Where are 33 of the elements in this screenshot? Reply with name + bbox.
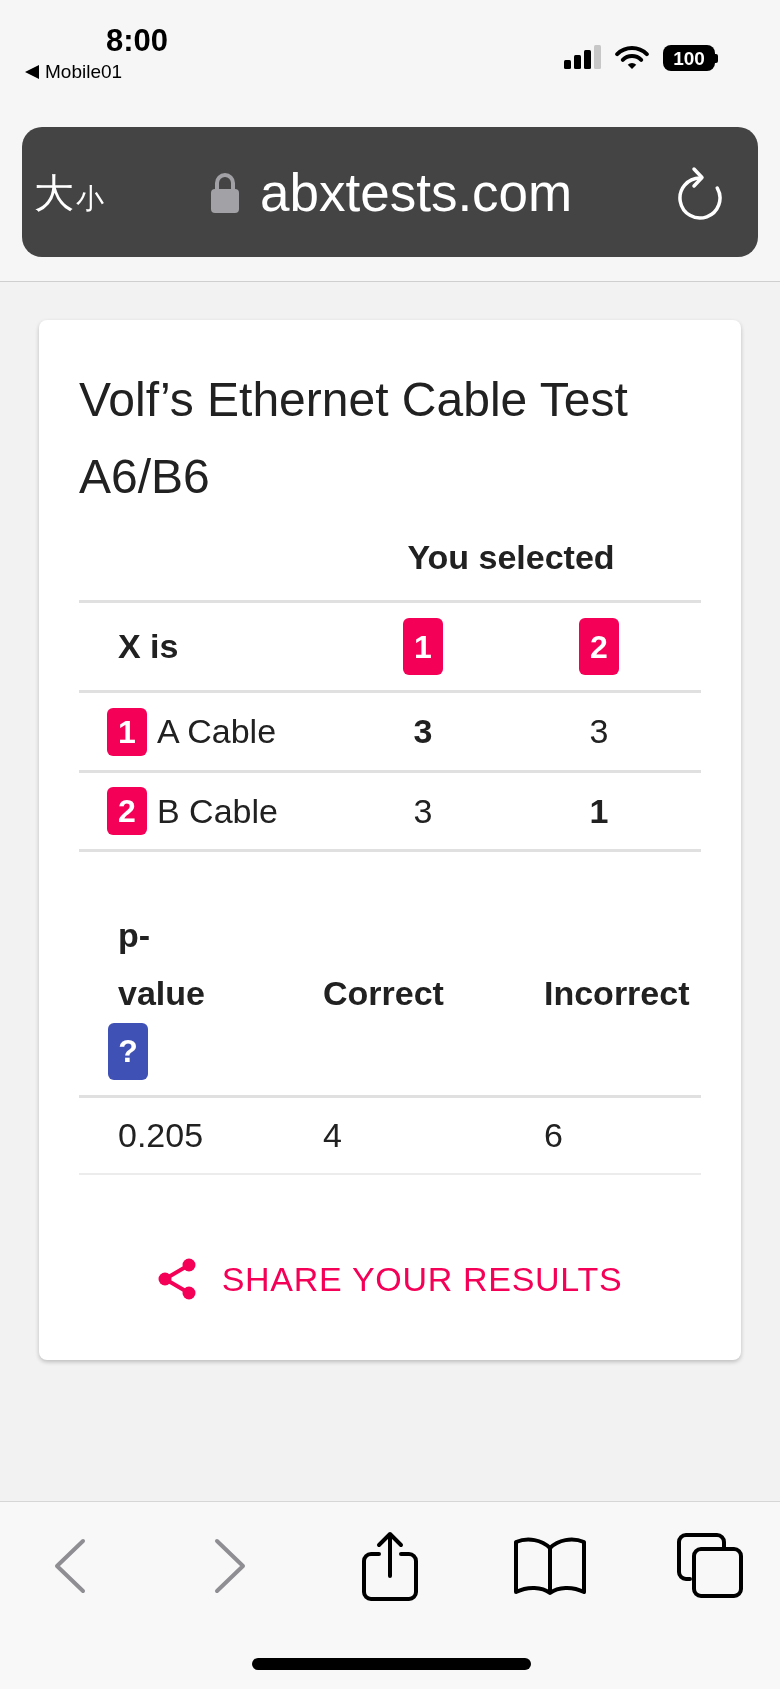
lock-icon [210,171,240,213]
url-text[interactable]: abxtests.com [260,165,573,219]
share-icon [157,1258,196,1300]
stat-value: 0.205 [117,1115,205,1156]
count-value: 3 [589,711,609,752]
count-value: 1 [589,790,609,832]
column-header: p-value [118,915,206,1014]
reload-button[interactable] [678,164,724,220]
wifi-icon [615,45,649,70]
column-header: Correct [323,973,444,1014]
row-label: A Cable [157,711,277,752]
triangle-left-icon [25,65,39,79]
clock-time: 8:00 [106,24,169,58]
option-badge: 1 [403,618,443,675]
column-header: X is [117,626,180,667]
reload-icon [678,164,724,220]
column-group-header: You selected [406,537,616,578]
cellular-signal-icon [564,45,601,69]
option-badge: 2 [579,618,619,675]
help-button[interactable]: ? [108,1022,148,1080]
stat-value: 6 [543,1115,564,1156]
text-size-button[interactable]: 大小 [34,167,108,217]
share-results-button[interactable]: SHARE YOUR RESULTS [143,1243,637,1315]
battery-indicator: 100 [663,45,718,71]
card-title: Volf’s Ethernet Cable Test A6/B6 [79,372,629,505]
column-header: Incorrect [544,973,690,1014]
option-badge: 2 [107,787,147,835]
back-to-app-link[interactable]: Mobile01 [45,61,123,83]
count-value: 3 [413,790,433,832]
count-value: 3 [413,711,433,752]
stat-value: 4 [322,1115,343,1156]
option-badge: 1 [107,707,147,756]
row-label: B Cable [157,790,278,832]
